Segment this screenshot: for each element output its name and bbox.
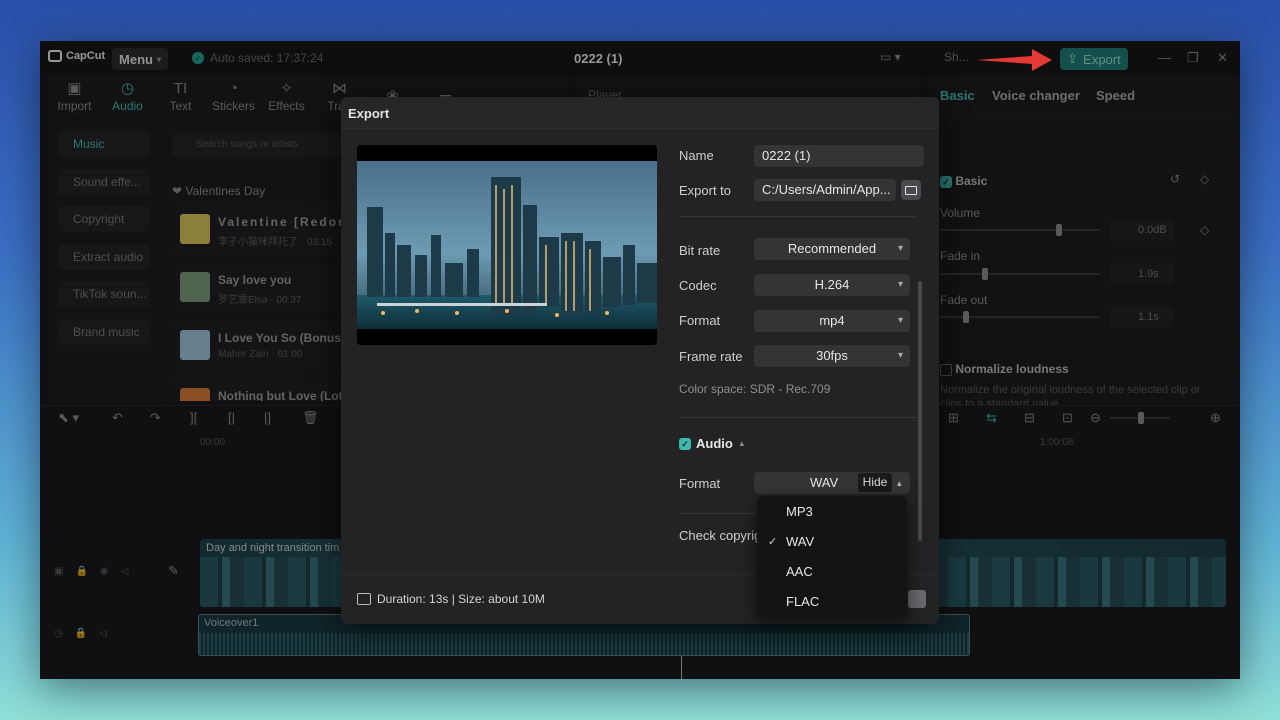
checkmark-icon: ✓ — [768, 536, 778, 548]
codec-value: H.264 — [814, 277, 850, 292]
duration-size: Duration: 13s | Size: about 10M — [377, 592, 545, 606]
export-confirm-button[interactable] — [908, 590, 926, 608]
hide-tooltip: Hide — [858, 473, 892, 492]
chevron-down-icon: ▾ — [897, 315, 903, 326]
audio-format-label: Format — [679, 476, 721, 491]
folder-button[interactable] — [901, 180, 921, 200]
dialog-scrollbar[interactable] — [918, 281, 922, 541]
video-preview — [357, 145, 657, 345]
audio-label: Audio — [696, 436, 733, 451]
bitrate-select[interactable]: Recommended ▾ — [754, 238, 910, 260]
divider — [679, 216, 917, 217]
chevron-up-icon: ▴ — [897, 478, 902, 488]
name-input[interactable]: 0222 (1) — [754, 145, 924, 167]
codec-label: Codec — [679, 278, 717, 293]
color-space-info: Color space: SDR - Rec.709 — [679, 382, 831, 396]
option-wav-label: WAV — [786, 534, 815, 549]
name-label: Name — [679, 148, 714, 163]
option-flac[interactable]: FLAC — [757, 588, 907, 616]
divider — [679, 417, 917, 418]
export-summary: Duration: 13s | Size: about 10M — [357, 592, 545, 606]
option-aac[interactable]: AAC — [757, 558, 907, 586]
export-to-label: Export to — [679, 183, 732, 198]
option-mp3[interactable]: MP3 — [757, 498, 907, 526]
folder-icon — [905, 185, 917, 195]
city-preview-image — [357, 145, 657, 345]
divider — [679, 513, 759, 514]
format-select[interactable]: mp4 ▾ — [754, 310, 910, 332]
chevron-down-icon: ▾ — [897, 243, 903, 254]
option-wav[interactable]: ✓ WAV — [757, 528, 907, 556]
export-path-input[interactable]: C:/Users/Admin/App... — [754, 179, 896, 201]
audio-section-toggle[interactable]: ✓ Audio ▲ — [679, 436, 746, 451]
film-icon — [357, 593, 371, 605]
format-value: mp4 — [819, 313, 845, 328]
chevron-down-icon: ▾ — [897, 350, 903, 361]
check-copyright-label: Check copyrig — [679, 528, 762, 543]
dialog-title: Export — [348, 106, 390, 121]
codec-select[interactable]: H.264 ▾ — [754, 274, 910, 296]
bitrate-label: Bit rate — [679, 243, 721, 258]
framerate-label: Frame rate — [679, 349, 743, 364]
framerate-select[interactable]: 30fps ▾ — [754, 345, 910, 367]
format-label: Format — [679, 313, 721, 328]
audio-format-dropdown: MP3 ✓ WAV AAC FLAC — [757, 496, 907, 618]
chevron-down-icon: ▾ — [897, 279, 903, 290]
check-icon: ✓ — [679, 437, 691, 450]
pointer-arrow-icon — [976, 49, 1052, 71]
dialog-header — [341, 97, 939, 129]
bitrate-value: Recommended — [787, 241, 877, 256]
framerate-value: 30fps — [816, 348, 848, 363]
audio-format-value: WAV — [810, 475, 839, 490]
caret-up-icon: ▲ — [737, 439, 746, 448]
